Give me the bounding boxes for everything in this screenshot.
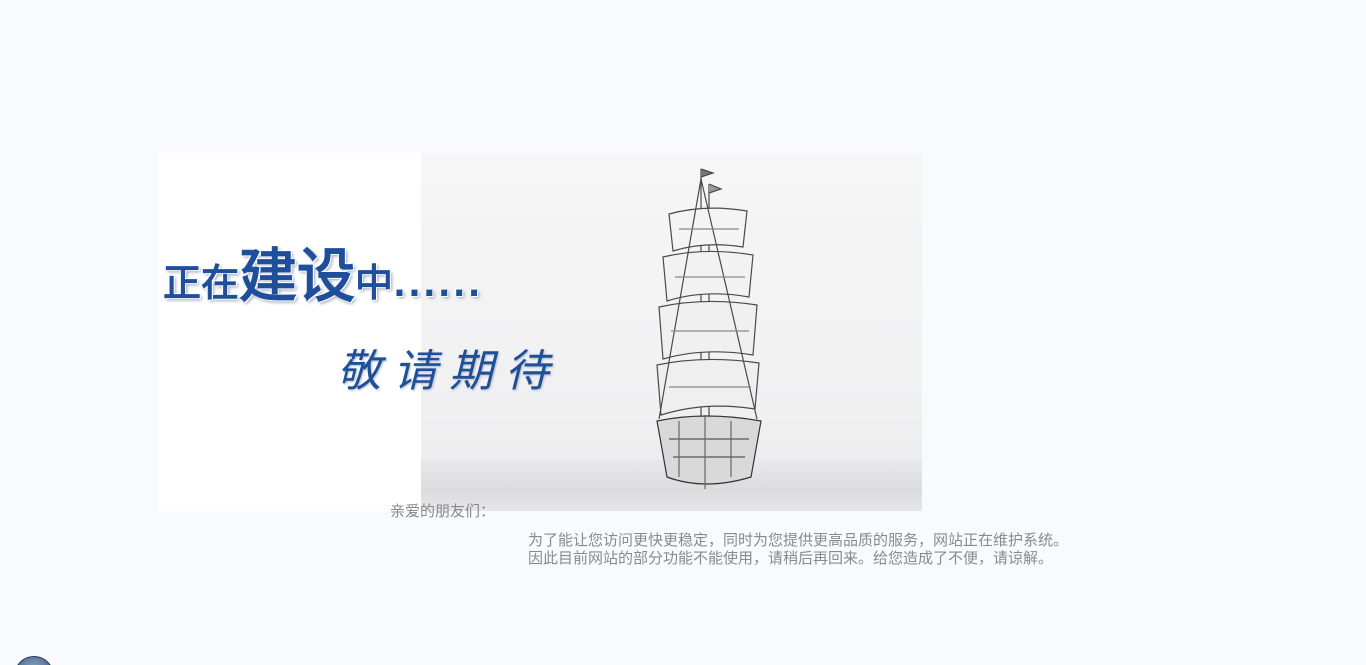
sailing-ship-icon	[656, 168, 762, 489]
banner-headline: 正在建设中......	[163, 229, 483, 310]
maintenance-page: 正在建设中...... 敬请期待 亲爱的朋友们： 为了能让您访问更快更稳定，同时…	[0, 0, 1366, 665]
headline-part-2: 建设	[239, 242, 356, 310]
headline-dots: ......	[393, 265, 483, 305]
message-line-2: 因此目前网站的部分功能不能使用，请稍后再回来。给您造成了不便，请谅解。	[528, 549, 1054, 567]
greeting-text: 亲爱的朋友们：	[390, 502, 496, 520]
banner-subline: 敬请期待	[337, 346, 561, 397]
headline-part-3: 中	[355, 261, 394, 305]
under-construction-banner: 正在建设中...... 敬请期待	[159, 153, 922, 511]
headline-part-1: 正在	[163, 261, 240, 305]
maintenance-message: 为了能让您访问更快更稳定，同时为您提供更高品质的服务，网站正在维护系统。 因此目…	[528, 531, 1068, 567]
message-line-1: 为了能让您访问更快更稳定，同时为您提供更高品质的服务，网站正在维护系统。	[528, 531, 1069, 549]
circle-badge-icon[interactable]	[14, 656, 54, 665]
